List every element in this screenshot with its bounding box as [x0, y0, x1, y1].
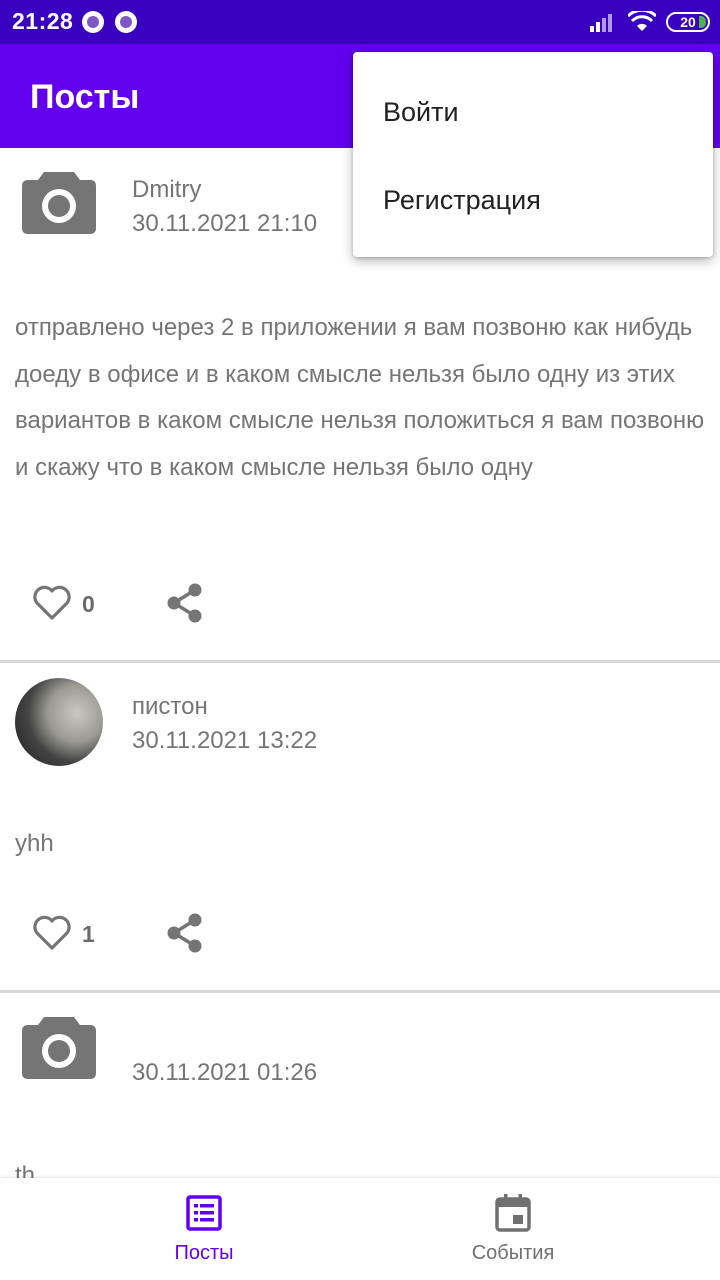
- like-count: 1: [82, 921, 95, 947]
- like-heart-icon[interactable]: [32, 915, 72, 951]
- posts-feed[interactable]: Dmitry 30.11.2021 21:10 отправлено через…: [0, 148, 720, 1178]
- status-time: 21:28: [12, 8, 74, 34]
- camera-icon: [22, 1017, 96, 1079]
- calendar-icon: [495, 1194, 531, 1232]
- post-date: 30.11.2021 21:10: [132, 210, 318, 237]
- wifi-icon: [628, 11, 656, 31]
- post-author: пистон: [132, 693, 208, 720]
- bottom-navigation: Посты События: [0, 1178, 720, 1280]
- list-icon: [186, 1195, 222, 1231]
- nav-label: События: [471, 1242, 555, 1264]
- nav-item-events[interactable]: События: [333, 1178, 693, 1280]
- notification-icon: [115, 11, 137, 33]
- post-content: отправлено через 2 в приложении я вам по…: [15, 314, 705, 481]
- menu-item-login[interactable]: Войти: [353, 68, 713, 156]
- nav-label: Посты: [174, 1242, 234, 1264]
- status-icons: 20: [590, 10, 710, 34]
- share-icon[interactable]: [166, 913, 204, 953]
- camera-icon: [22, 172, 96, 234]
- battery-icon: 20: [666, 12, 710, 32]
- page-title: Посты: [30, 78, 140, 116]
- post-date: 30.11.2021 13:22: [132, 727, 318, 754]
- like-count: 0: [82, 591, 95, 617]
- menu-item-register[interactable]: Регистрация: [353, 156, 713, 244]
- post-content: yhh: [15, 830, 54, 857]
- signal-icon: [590, 14, 612, 32]
- post-date: 30.11.2021 01:26: [132, 1059, 318, 1086]
- share-icon[interactable]: [166, 583, 204, 623]
- like-heart-icon[interactable]: [32, 585, 72, 621]
- post-card: пистон 30.11.2021 13:22 yhh 1: [0, 663, 720, 990]
- nav-item-posts[interactable]: Посты: [24, 1178, 384, 1280]
- post-content: th: [15, 1162, 36, 1178]
- post-author: Dmitry: [132, 176, 202, 203]
- post-card: 30.11.2021 01:26 th: [0, 993, 720, 1178]
- overflow-menu: Войти Регистрация: [353, 52, 713, 257]
- avatar: [15, 678, 103, 766]
- battery-level: 20: [680, 14, 696, 30]
- status-bar: 21:28 20: [0, 0, 720, 44]
- notification-icon: [82, 11, 104, 33]
